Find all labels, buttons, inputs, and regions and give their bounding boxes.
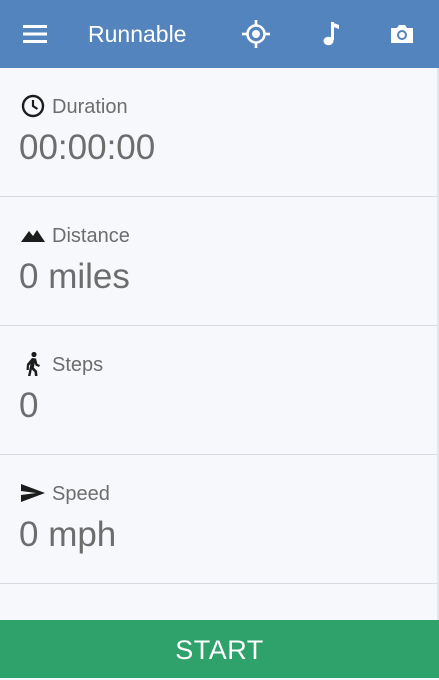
stat-duration: Duration 00:00:00 xyxy=(0,68,439,197)
clock-icon xyxy=(20,93,46,119)
app-toolbar: Runnable xyxy=(0,0,439,68)
send-icon xyxy=(20,480,46,506)
terrain-icon xyxy=(20,222,46,248)
stat-steps: Steps 0 xyxy=(0,326,439,455)
location-target-icon[interactable] xyxy=(241,19,271,49)
camera-icon[interactable] xyxy=(387,19,417,49)
stat-label: Steps xyxy=(52,354,104,376)
stat-value: 0 mph xyxy=(19,515,117,554)
stat-label: Duration xyxy=(52,96,128,118)
stat-value: 0 miles xyxy=(19,257,130,296)
app-title: Runnable xyxy=(88,21,187,47)
music-note-icon[interactable] xyxy=(316,19,346,49)
stat-label: Speed xyxy=(52,483,110,505)
stat-value: 0 xyxy=(19,386,39,425)
stat-value: 00:00:00 xyxy=(19,128,156,167)
start-button[interactable]: START xyxy=(0,620,439,678)
stat-distance: Distance 0 miles xyxy=(0,197,439,326)
stat-label: Distance xyxy=(52,225,130,247)
stat-speed: Speed 0 mph xyxy=(0,455,439,584)
walking-icon xyxy=(20,351,46,377)
stats-list: Duration 00:00:00 Distance 0 miles Steps… xyxy=(0,68,439,620)
menu-icon[interactable] xyxy=(22,23,48,45)
